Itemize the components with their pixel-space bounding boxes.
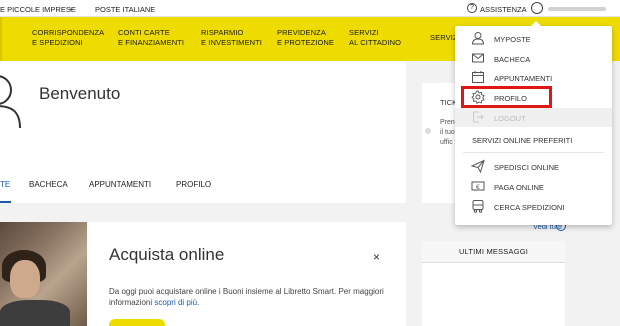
photo-face <box>10 260 40 298</box>
tab-bacheca[interactable]: BACHECA <box>29 180 68 189</box>
carousel-dot[interactable] <box>425 128 431 134</box>
photo-shirt <box>0 300 70 326</box>
user-icon <box>471 32 485 45</box>
promo-body: Da oggi puoi acquistare online i Buoni i… <box>109 287 384 307</box>
user-name-blurred[interactable] <box>548 7 606 11</box>
promo-text: Da oggi puoi acquistare online i Buoni i… <box>109 286 399 308</box>
active-tab-indicator <box>0 201 11 203</box>
tab-profilo[interactable]: PROFILO <box>176 180 211 189</box>
nav-item-corrispondenza[interactable]: CORRISPONDENZA E SPEDIZIONI <box>32 28 104 48</box>
svg-text:€: € <box>476 183 480 191</box>
nav-item-line: E SPEDIZIONI <box>32 38 83 47</box>
user-dropdown-menu: MYPOSTE BACHECA APPUNTAMENTI PROFILO LOG… <box>455 21 612 225</box>
promo-photo <box>0 222 87 326</box>
messages-header: ULTIMI MESSAGGI <box>422 241 565 263</box>
nav-item-line: CORRISPONDENZA <box>32 28 105 37</box>
tickets-line: il tuo <box>440 129 455 136</box>
menu-item-label: MYPOSTE <box>494 35 531 44</box>
nav-item-line: E FINANZIAMENTI <box>118 38 185 47</box>
nav-item-servizi[interactable]: SERVIZ <box>430 33 458 43</box>
promo-button[interactable] <box>109 319 165 326</box>
menu-item-appuntamenti[interactable]: APPUNTAMENTI <box>455 68 612 87</box>
menu-divider <box>463 152 604 153</box>
nav-item-line: SERVIZI <box>349 28 379 37</box>
favorite-services-title: SERVIZI ONLINE PREFERITI <box>472 136 573 145</box>
brand-link[interactable]: POSTE ITALIANE <box>95 5 155 14</box>
chevron-down-icon[interactable]: ⌄ <box>68 4 74 12</box>
avatar-icon <box>0 75 21 128</box>
tab-appuntamenti[interactable]: APPUNTAMENTI <box>89 180 151 189</box>
mail-icon <box>472 53 484 63</box>
nav-item-line: CONTI CARTE <box>118 28 170 37</box>
calendar-icon <box>472 71 484 83</box>
menu-item-label: BACHECA <box>494 55 531 64</box>
menu-item-label: APPUNTAMENTI <box>494 74 553 83</box>
nav-item-line: E PROTEZIONE <box>277 38 335 47</box>
segment-label[interactable]: E PICCOLE IMPRESE <box>0 5 76 14</box>
nav-item-line: PREVIDENZA <box>277 28 326 37</box>
help-link[interactable]: ASSISTENZA <box>480 5 527 14</box>
menu-item-label: PAGA ONLINE <box>494 183 544 192</box>
user-icon[interactable] <box>531 2 543 14</box>
menu-item-spedisci-online[interactable]: SPEDISCI ONLINE <box>455 157 612 176</box>
tab-active[interactable]: TE <box>0 180 10 189</box>
menu-item-myposte[interactable]: MYPOSTE <box>455 29 612 48</box>
promo-link[interactable]: scopri di più. <box>154 298 199 307</box>
nav-item-line: SERVIZ <box>430 33 458 42</box>
nav-item-line: E INVESTIMENTI <box>201 38 262 47</box>
euro-bill-icon: € <box>471 181 485 191</box>
menu-item-cerca-spedizioni[interactable]: CERCA SPEDIZIONI <box>455 197 612 216</box>
close-icon[interactable]: × <box>373 250 380 264</box>
nav-item-conti[interactable]: CONTI CARTE E FINANZIAMENTI <box>118 28 184 48</box>
tickets-text: Pren il tuo uffic <box>440 118 455 148</box>
nav-item-line: AL CITTADINO <box>349 38 402 47</box>
nav-edge <box>0 17 2 61</box>
menu-item-label: LOGOUT <box>494 114 526 123</box>
tickets-line: uffic <box>440 139 453 146</box>
help-icon[interactable]: ? <box>467 3 477 13</box>
page-title: Benvenuto <box>39 84 121 103</box>
paper-plane-icon <box>471 159 485 173</box>
dropdown-caret <box>531 21 541 26</box>
menu-item-label: SPEDISCI ONLINE <box>494 163 560 172</box>
nav-item-risparmio[interactable]: RISPARMIO E INVESTIMENTI <box>201 28 262 48</box>
nav-item-servizi-cittadino[interactable]: SERVIZI AL CITTADINO <box>349 28 401 48</box>
promo-title: Acquista online <box>109 245 225 264</box>
truck-icon <box>472 200 484 213</box>
top-utility-bar: E PICCOLE IMPRESE ⌄ POSTE ITALIANE ? ASS… <box>0 0 620 17</box>
menu-item-logout[interactable]: LOGOUT <box>455 108 612 127</box>
menu-item-paga-online[interactable]: € PAGA ONLINE <box>455 177 612 196</box>
tickets-line: Pren <box>440 119 455 126</box>
menu-item-label: CERCA SPEDIZIONI <box>494 203 565 212</box>
logout-icon <box>473 111 484 123</box>
profile-highlight-box <box>461 86 552 108</box>
menu-item-bacheca[interactable]: BACHECA <box>455 49 612 68</box>
nav-item-line: RISPARMIO <box>201 28 244 37</box>
nav-item-previdenza[interactable]: PREVIDENZA E PROTEZIONE <box>277 28 334 48</box>
